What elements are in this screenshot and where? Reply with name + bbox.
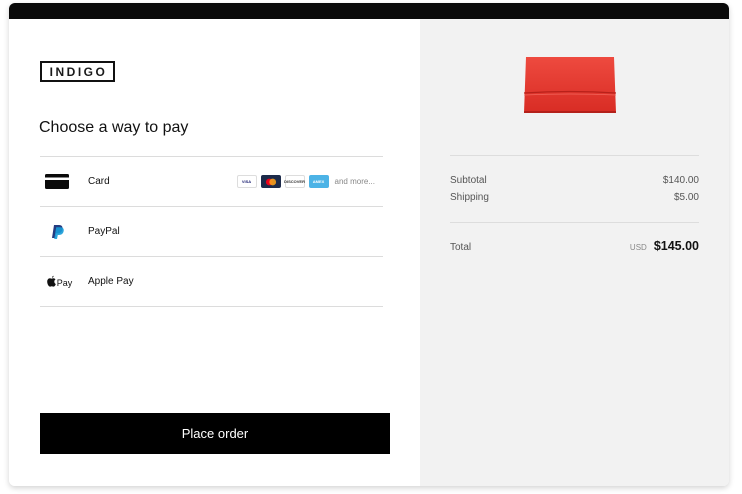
apple-pay-icon: Pay: [40, 275, 88, 289]
shipping-row: Shipping $5.00: [450, 192, 699, 203]
shipping-value: $5.00: [673, 192, 699, 203]
payment-option-label: PayPal: [88, 226, 120, 237]
total-amount-group: USD $145.00: [630, 239, 699, 253]
summary-divider: [450, 155, 699, 156]
top-bar: [9, 3, 729, 19]
mastercard-icon: [260, 175, 281, 188]
indigo-logo: INDIGO: [40, 61, 115, 82]
visa-icon: VISA: [236, 175, 257, 188]
shipping-label: Shipping: [450, 192, 489, 203]
svg-text:Pay: Pay: [57, 278, 73, 288]
paypal-icon: [40, 224, 88, 240]
payment-option-label: Card: [88, 176, 110, 187]
payment-option-paypal[interactable]: PayPal: [40, 206, 383, 256]
more-brands-text: and more...: [334, 177, 375, 186]
total-value: $145.00: [653, 239, 699, 253]
currency-code: USD: [629, 243, 647, 252]
payment-option-label: Apple Pay: [88, 276, 134, 287]
order-summary-panel: Subtotal $140.00 Shipping $5.00 Total US…: [420, 19, 729, 486]
discover-icon: DISCOVER: [284, 175, 305, 188]
summary-divider: [450, 222, 699, 223]
payment-method-list: Card VISA DISCOVER AMEX and more... PayP…: [40, 156, 383, 307]
subtotal-label: Subtotal: [450, 175, 487, 186]
place-order-button[interactable]: Place order: [40, 413, 390, 454]
subtotal-value: $140.00: [662, 175, 699, 186]
total-label: Total: [450, 242, 472, 253]
product-image: [522, 55, 618, 117]
page-title: Choose a way to pay: [39, 119, 189, 136]
payment-option-card[interactable]: Card VISA DISCOVER AMEX and more...: [40, 156, 383, 206]
payment-option-apple-pay[interactable]: Pay Apple Pay: [40, 256, 383, 307]
credit-card-icon: [40, 174, 88, 189]
amex-icon: AMEX: [308, 175, 329, 188]
card-brand-logos: VISA DISCOVER AMEX and more...: [236, 175, 375, 188]
payment-panel: INDIGO Choose a way to pay Card VISA DIS…: [9, 19, 420, 486]
total-row: Total USD $145.00: [450, 239, 699, 253]
checkout-window: INDIGO Choose a way to pay Card VISA DIS…: [9, 3, 729, 486]
subtotal-row: Subtotal $140.00: [450, 175, 699, 186]
